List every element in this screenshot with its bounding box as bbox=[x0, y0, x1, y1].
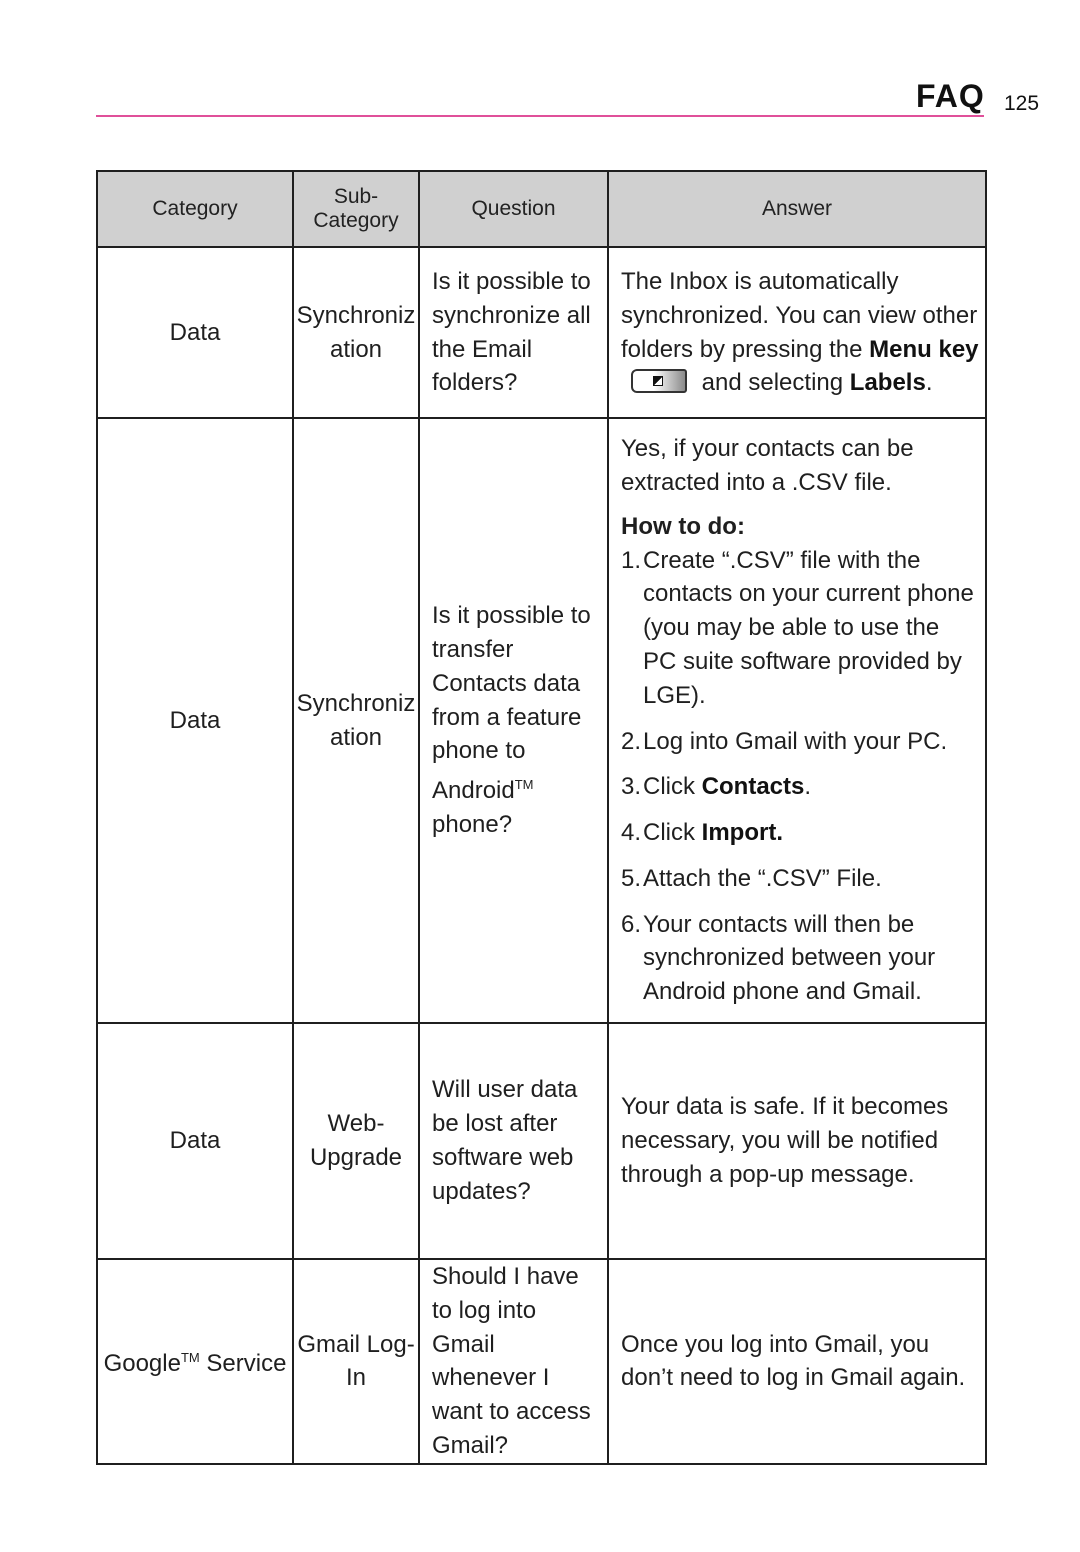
category-cell: Data bbox=[96, 246, 294, 419]
step-text: Click Contacts. bbox=[643, 770, 979, 804]
category-cell: Data bbox=[96, 1022, 294, 1260]
answer-cell: Your data is safe. If it becomes necessa… bbox=[607, 1022, 987, 1260]
step-number: 4. bbox=[621, 819, 642, 847]
table-row: Data Web- Upgrade Will user data be lost… bbox=[96, 1022, 987, 1260]
answer-cell: Yes, if your contacts can be extracted i… bbox=[607, 417, 987, 1024]
labels-label: Labels bbox=[849, 369, 926, 397]
category-text: Google bbox=[103, 1350, 181, 1378]
subcategory-line1: Web- bbox=[327, 1110, 385, 1138]
subcategory-line1: Synchroniz bbox=[296, 689, 416, 717]
category-text-end: Service bbox=[199, 1350, 287, 1378]
step-text-pre: Click bbox=[643, 819, 702, 847]
subcategory-line1: Gmail Log- bbox=[297, 1330, 415, 1358]
answer-intro: Yes, if your contacts can be extracted i… bbox=[621, 434, 914, 496]
category-cell: Data bbox=[96, 417, 294, 1024]
column-header-question: Question bbox=[418, 170, 609, 248]
trademark-mark: TM bbox=[514, 777, 534, 793]
column-header-category: Category bbox=[96, 170, 294, 248]
how-to-heading: How to do: bbox=[621, 512, 745, 540]
answer-text-cont: and selecting bbox=[695, 369, 850, 397]
step-item: 5. Attach the “.CSV” File. bbox=[621, 862, 979, 896]
question-cell: Will user data be lost after software we… bbox=[418, 1022, 609, 1260]
table-header-row: Category Sub- Category Question Answer bbox=[96, 170, 987, 248]
step-text: Log into Gmail with your PC. bbox=[643, 727, 948, 755]
question-cell: Is it possible to transfer Contacts data… bbox=[418, 417, 609, 1024]
subcategory-cell: Synchroniz ation bbox=[292, 417, 420, 1024]
menu-key-icon bbox=[631, 369, 687, 394]
step-text: Your contacts will then be synchronized … bbox=[643, 910, 936, 1006]
step-text-pre: Click bbox=[643, 773, 702, 801]
question-cell: Should I have to log into Gmail whenever… bbox=[418, 1258, 609, 1465]
subcategory-line1: Synchroniz bbox=[296, 301, 416, 329]
subcategory-header-line1: Sub- bbox=[333, 185, 379, 208]
step-item: 6. Your contacts will then be synchroniz… bbox=[621, 908, 979, 1009]
section-title: FAQ bbox=[916, 78, 985, 114]
table-row: Data Synchroniz ation Is it possible to … bbox=[96, 417, 987, 1024]
step-item: 2. Log into Gmail with your PC. bbox=[621, 725, 979, 759]
question-text: Is it possible to transfer Contacts data… bbox=[432, 602, 591, 805]
subcategory-line2: In bbox=[345, 1364, 366, 1392]
step-item: 1. Create “.CSV” file with the contacts … bbox=[621, 544, 979, 713]
faq-table: Category Sub- Category Question Answer D… bbox=[96, 170, 987, 1465]
subcategory-line2: ation bbox=[329, 723, 383, 751]
question-text-end: phone? bbox=[432, 810, 513, 838]
question-cell: Is it possible to synchronize all the Em… bbox=[418, 246, 609, 419]
subcategory-cell: Web- Upgrade bbox=[292, 1022, 420, 1260]
step-text: Create “.CSV” file with the contacts on … bbox=[643, 546, 974, 709]
header-divider bbox=[96, 115, 984, 117]
table-row: GoogleTM Service Gmail Log- In Should I … bbox=[96, 1258, 987, 1465]
menu-label: Menu bbox=[869, 335, 932, 363]
subcategory-cell: Gmail Log- In bbox=[292, 1258, 420, 1465]
contacts-label: Contacts bbox=[701, 773, 805, 801]
step-text: Attach the “.CSV” File. bbox=[643, 864, 882, 892]
answer-cell: The Inbox is automatically synchronized.… bbox=[607, 246, 987, 419]
answer-cell: Once you log into Gmail, you don’t need … bbox=[607, 1258, 987, 1465]
answer-period: . bbox=[925, 369, 933, 397]
step-item: 3. Click Contacts. bbox=[621, 770, 979, 804]
step-number: 2. bbox=[621, 727, 642, 755]
subcategory-header-line2: Category bbox=[313, 209, 399, 232]
step-number: 5. bbox=[621, 864, 642, 892]
category-cell: GoogleTM Service bbox=[96, 1258, 294, 1465]
subcategory-line2: Upgrade bbox=[309, 1144, 403, 1171]
step-number: 1. bbox=[621, 546, 642, 574]
table-row: Data Synchroniz ation Is it possible to … bbox=[96, 246, 987, 419]
column-header-subcategory: Sub- Category bbox=[292, 170, 420, 248]
import-label: Import. bbox=[701, 819, 783, 847]
step-number: 3. bbox=[621, 773, 642, 801]
column-header-answer: Answer bbox=[607, 170, 987, 248]
step-number: 6. bbox=[621, 910, 642, 938]
step-item: 4. Click Import. bbox=[621, 816, 979, 850]
subcategory-line2: ation bbox=[329, 335, 383, 363]
step-text-post: . bbox=[804, 773, 812, 801]
key-label: key bbox=[931, 335, 979, 363]
subcategory-cell: Synchroniz ation bbox=[292, 246, 420, 419]
trademark-mark: TM bbox=[180, 1350, 200, 1366]
step-text: Click Import. bbox=[643, 816, 979, 850]
page-number: 125 bbox=[1004, 92, 1040, 115]
